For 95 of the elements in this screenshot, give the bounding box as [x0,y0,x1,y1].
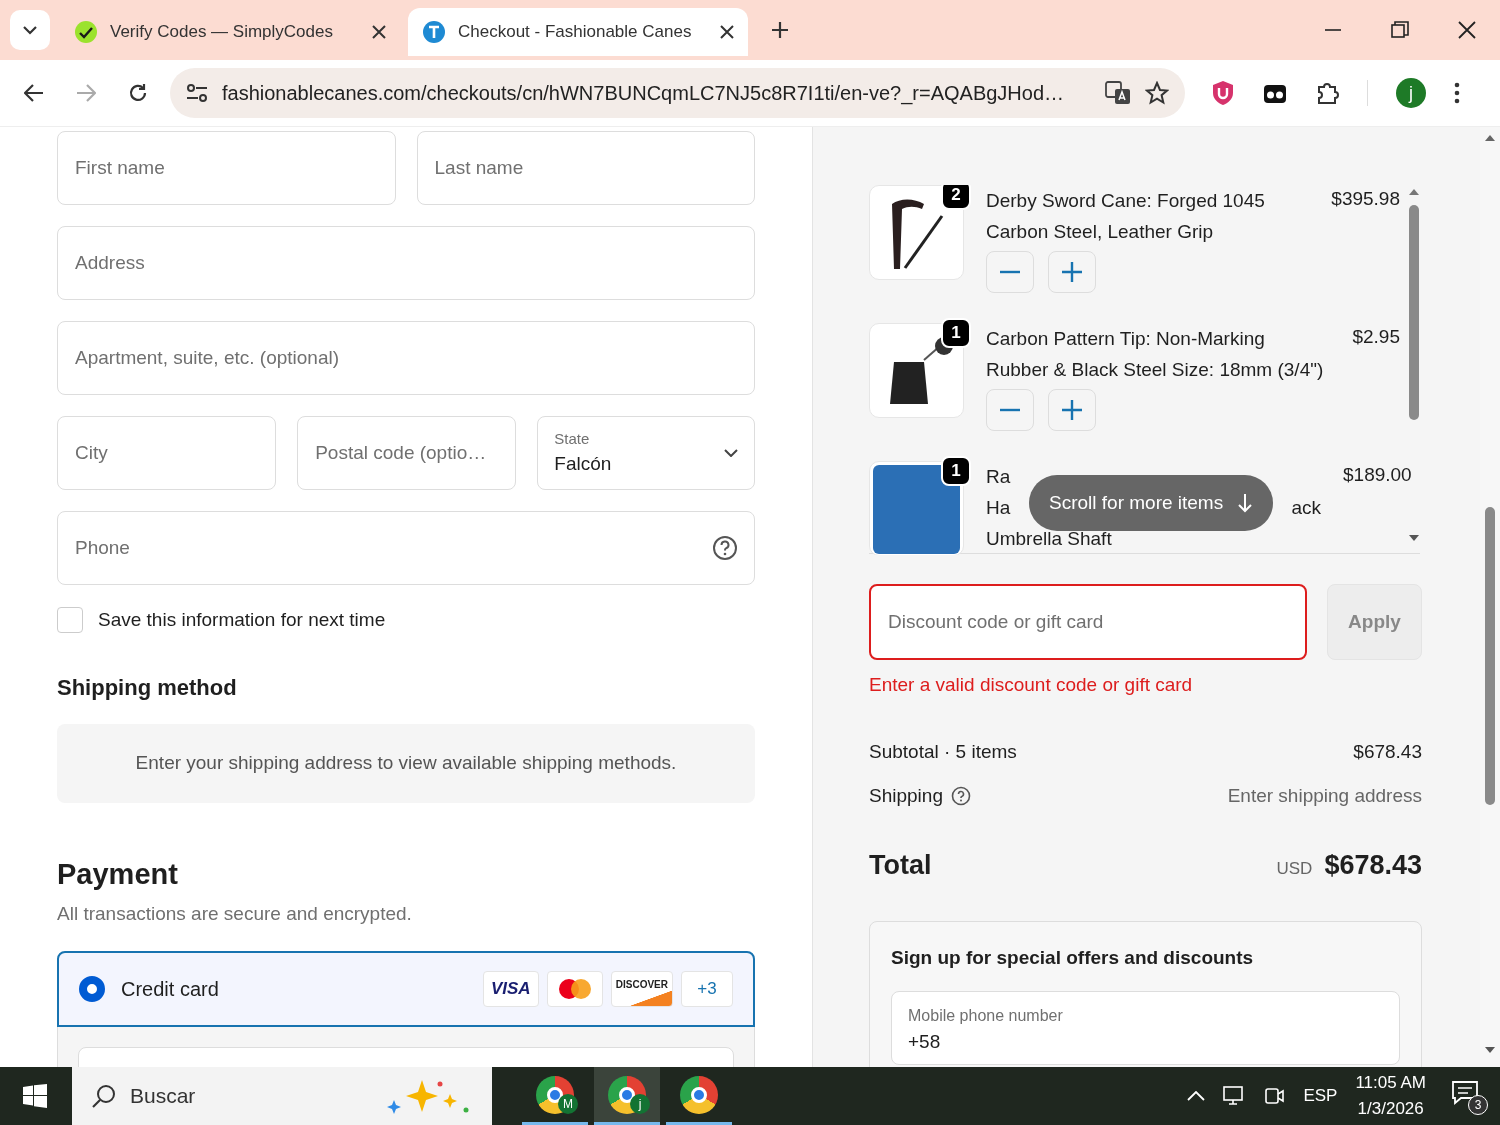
currency-code: USD [1276,857,1313,880]
browser-tab[interactable]: Checkout - Fashionable Canes [408,8,748,56]
product-title: Ra [986,466,1011,487]
caret-up-icon[interactable] [1187,1091,1206,1101]
more-brands-badge: +3 [681,970,733,1007]
minus-icon [1000,408,1020,412]
cane-drawing [892,199,944,269]
input-field[interactable]: Phone [57,511,755,585]
increase-button[interactable] [1048,389,1096,431]
clock[interactable]: 11:05 AM 1/3/2026 [1355,1070,1426,1122]
minus-icon [1000,270,1020,274]
state-select[interactable]: State Falcón [537,416,755,490]
shield-icon[interactable] [1211,80,1235,106]
discount-field[interactable]: Discount code or gift card [869,584,1307,660]
search-icon [92,1084,116,1108]
windows-logo-icon [23,1084,47,1108]
notification-badge: 3 [1468,1095,1488,1115]
sliders-icon[interactable] [186,83,208,103]
close-icon [1457,21,1476,39]
letter-t-icon [422,20,446,44]
product-title: ack [1291,496,1321,520]
section-heading: Shipping method [57,673,238,702]
shipping-label: Shipping [869,784,943,808]
app-badge: M [558,1094,578,1114]
checkbox[interactable] [57,607,83,634]
browser-tab[interactable]: Verify Codes — SimplyCodes [60,8,400,56]
input-field[interactable]: Postal code (optio… [297,416,517,490]
check-mark-icon [74,20,98,44]
total-label: Total [869,848,932,882]
camera-icon[interactable] [1265,1085,1286,1107]
browser-icon [680,1075,718,1114]
close-icon[interactable] [372,25,386,39]
product-title: Umbrella Shaft [986,528,1112,549]
help-icon[interactable] [712,535,738,561]
subtitle: All transactions are secure and encrypted. [57,902,413,926]
star-icon[interactable] [1145,81,1169,105]
chevron-down-icon [23,25,37,35]
increase-button[interactable] [1048,251,1096,293]
plus-icon [771,21,789,39]
minimize-icon [1323,29,1342,31]
signup-heading: Sign up for special offers and discounts [891,946,1255,970]
subtotal-label: Subtotal · 5 items [869,739,1017,764]
radio-button[interactable] [79,975,105,1002]
chevron-down-icon [724,449,738,457]
close-icon[interactable] [720,25,734,39]
product-title: Carbon Pattern Tip: Non-Marking Rubber & Black Steel Size: 18mm (3/4") [986,327,1325,382]
app-badge: j [630,1094,650,1114]
quantity-badge: 1 [941,456,971,486]
translate-icon[interactable] [1105,81,1131,105]
product-title: Ha [986,496,1011,520]
quantity-badge: 2 [941,185,971,210]
taskbar-search[interactable]: Buscar [72,1067,492,1125]
phone-field[interactable]: Mobile phone number +58 [891,990,1400,1065]
taskbar-app-button[interactable]: j [594,1067,660,1125]
help-icon[interactable] [950,786,971,807]
down-arrow-icon [1237,493,1254,513]
scroll-hint-button[interactable]: Scroll for more items [1029,475,1274,531]
kebab-menu-icon[interactable] [1454,82,1460,104]
input-field[interactable]: Last name [416,131,755,205]
input-field[interactable]: Apartment, suite, etc. (optional) [57,321,755,395]
checkbox-label: Save this information for next time [98,608,386,632]
browser-icon [536,1075,574,1114]
plus-icon [1062,400,1082,420]
restore-icon [1390,21,1409,39]
mastercard-logo-icon [556,976,593,1001]
plus-icon [1062,262,1082,282]
option-label: Credit card [121,976,220,1002]
tab-list-button[interactable] [10,10,50,50]
input-field[interactable]: Address [57,226,755,300]
reload-icon [128,83,148,103]
language-indicator[interactable]: ESP [1303,1083,1338,1109]
profile-avatar[interactable]: j [1396,78,1426,108]
visa-logo: VISA [482,970,539,1007]
left-arrow-icon [24,83,44,103]
puzzle-piece-icon[interactable] [1315,81,1339,105]
address-bar[interactable]: fashionablecanes.com/checkouts/cn/hWN7BUNCqmLC7NJ5c8R7I1ti/en-ve?_r=AQABgJHod… [170,68,1185,118]
input-field[interactable]: First name [57,131,396,205]
input-field[interactable]: City [57,416,277,490]
info-box: Enter your shipping address to view available shipping methods. [57,723,755,803]
total-value: $678.43 [1324,848,1422,882]
taskbar-app-button[interactable]: M [522,1067,588,1125]
price: $2.95 [1352,325,1400,349]
price: $189.00 [1343,463,1412,487]
subtotal-value: $678.43 [1353,739,1422,764]
product-title: Derby Sword Cane: Forged 1045 Carbon Steel, Leather Grip [986,189,1266,244]
section-heading: Payment [57,856,179,892]
spy-glasses-icon[interactable] [1263,82,1287,104]
discover-logo: DISCOVER [610,970,673,1007]
cane-tip-drawing [890,337,953,404]
shipping-value: Enter shipping address [1227,784,1422,808]
right-arrow-icon [76,83,96,103]
price: $395.98 [1331,187,1400,211]
payment-option[interactable]: Credit card VISA DISCOVER +3 [57,950,755,1027]
error-message: Enter a valid discount code or gift card [869,673,1194,697]
quantity-badge: 1 [941,318,971,348]
